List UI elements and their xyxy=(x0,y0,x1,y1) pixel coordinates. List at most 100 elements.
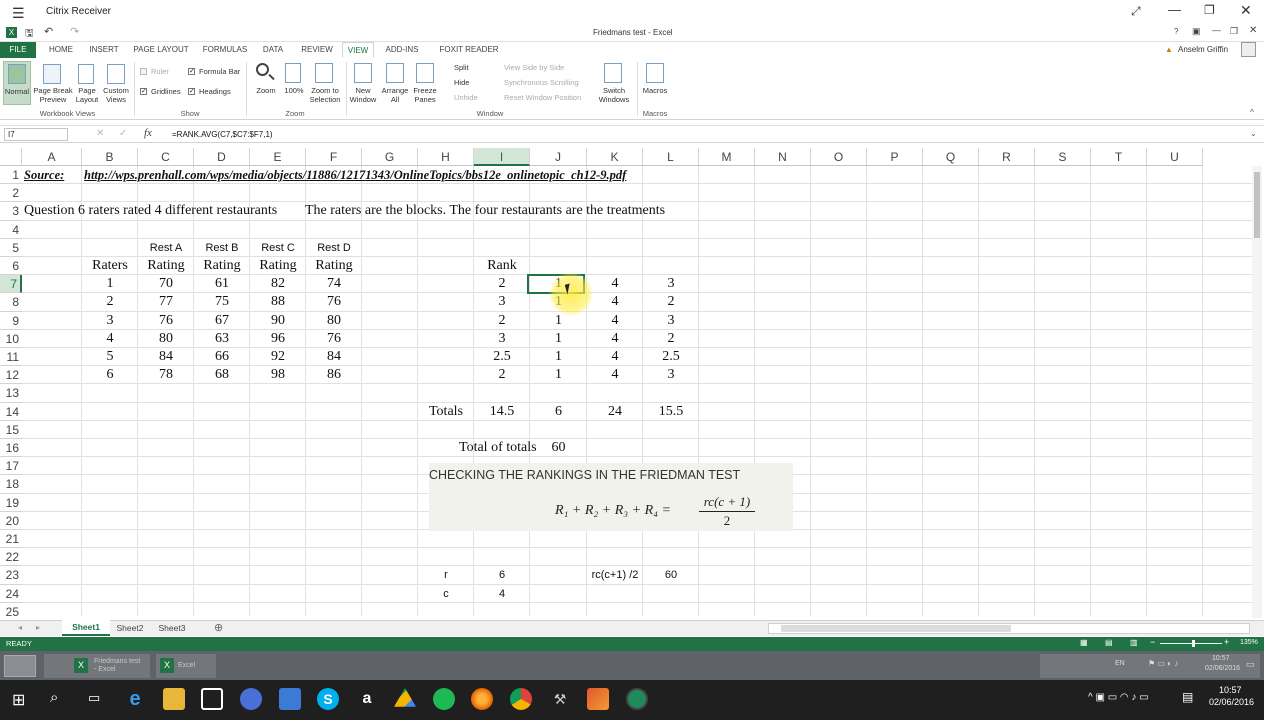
spotify-icon[interactable] xyxy=(433,688,455,710)
vertical-scrollbar[interactable] xyxy=(1252,166,1262,618)
tab-file[interactable]: FILE xyxy=(0,42,36,58)
tab-add-ins[interactable]: ADD-INS xyxy=(381,42,423,58)
vertical-scroll-thumb[interactable] xyxy=(1254,172,1260,238)
embedded-formula-image[interactable]: CHECKING THE RANKINGS IN THE FRIEDMAN TE… xyxy=(429,463,793,531)
column-header-t[interactable]: T xyxy=(1091,148,1147,166)
app-icon-tool[interactable]: ⚒ xyxy=(549,688,571,710)
arrange-label[interactable]: Arrange xyxy=(380,86,410,95)
hide-button[interactable]: Hide xyxy=(444,78,469,87)
row-header-14[interactable]: 14 xyxy=(0,402,22,421)
row-header-23[interactable]: 23 xyxy=(0,566,22,585)
zoom-to-label[interactable]: Zoom to xyxy=(306,86,344,95)
row-header-25[interactable]: 25 xyxy=(0,602,22,616)
column-header-g[interactable]: G xyxy=(362,148,418,166)
help-icon[interactable]: ? xyxy=(1174,27,1178,36)
cancel-icon[interactable]: ✕ xyxy=(96,128,104,139)
row-header-12[interactable]: 12 xyxy=(0,366,22,385)
firefox-icon[interactable] xyxy=(471,688,493,710)
row-header-18[interactable]: 18 xyxy=(0,475,22,494)
column-header-l[interactable]: L xyxy=(643,148,699,166)
ribbon-display-icon[interactable]: ▣ xyxy=(1192,26,1201,37)
custom-label[interactable]: Custom xyxy=(100,86,132,95)
edge-icon[interactable]: e xyxy=(124,688,146,710)
macros-button[interactable]: Macros xyxy=(640,86,670,95)
hamburger-menu-icon[interactable]: ☰ xyxy=(12,5,25,22)
layout-label[interactable]: Layout xyxy=(74,95,100,104)
new-sheet-icon[interactable]: ⊕ xyxy=(214,621,223,634)
page-layout-status-icon[interactable]: ▤ xyxy=(1105,638,1113,647)
column-header-i[interactable]: I xyxy=(474,148,530,166)
row-header-13[interactable]: 13 xyxy=(0,384,22,403)
column-header-o[interactable]: O xyxy=(811,148,867,166)
row-header-15[interactable]: 15 xyxy=(0,420,22,439)
split-button[interactable]: Split xyxy=(444,63,469,72)
scroll-left-sheet-icon[interactable]: ◂ xyxy=(18,623,22,632)
save-icon[interactable]: 🖫 xyxy=(25,26,34,43)
row-header-6[interactable]: 6 xyxy=(0,257,22,276)
citrix-start-icon[interactable] xyxy=(4,655,36,677)
row-header-22[interactable]: 22 xyxy=(0,548,22,567)
app-icon-blue[interactable] xyxy=(240,688,262,710)
name-box[interactable]: I7 xyxy=(4,128,68,141)
sheet-tab-sheet2[interactable]: Sheet2 xyxy=(112,621,148,635)
row-header-4[interactable]: 4 xyxy=(0,220,22,239)
reset-window-button[interactable]: Reset Window Position xyxy=(492,93,581,102)
unhide-button[interactable]: Unhide xyxy=(444,93,478,102)
amazon-icon[interactable]: a xyxy=(356,688,378,710)
column-header-b[interactable]: B xyxy=(82,148,138,166)
action-center-icon[interactable]: ▤ xyxy=(1182,690,1193,704)
column-header-r[interactable]: R xyxy=(979,148,1035,166)
citrix-receiver-icon[interactable] xyxy=(626,688,648,710)
column-header-e[interactable]: E xyxy=(250,148,306,166)
search-icon[interactable]: ⌕ xyxy=(50,689,58,706)
gridlines-checkbox[interactable]: ✓ xyxy=(140,88,147,95)
app-icon-mail[interactable] xyxy=(279,688,301,710)
column-header-n[interactable]: N xyxy=(755,148,811,166)
column-header-p[interactable]: P xyxy=(867,148,923,166)
zoom-level[interactable]: 135% xyxy=(1240,639,1258,646)
zoom-100-button[interactable]: 100% xyxy=(281,86,307,95)
spreadsheet-grid[interactable]: ABCDEFGHIJKLMNOPQRSTU 1 2 3 4 5 6 7 8 9 10 11 12 13 1… xyxy=(0,148,1252,616)
row-header-10[interactable]: 10 xyxy=(0,329,22,348)
citrix-task-excel[interactable]: X Excel xyxy=(156,654,216,678)
column-header-q[interactable]: Q xyxy=(923,148,979,166)
zoom-button[interactable]: Zoom xyxy=(252,86,280,95)
row-header-17[interactable]: 17 xyxy=(0,457,22,476)
citrix-lang[interactable]: EN xyxy=(1115,660,1125,667)
new-window-label[interactable]: Window xyxy=(348,95,378,104)
zoom-in-icon[interactable]: + xyxy=(1224,637,1229,647)
column-header-f[interactable]: F xyxy=(306,148,362,166)
row-header-21[interactable]: 21 xyxy=(0,530,22,549)
citrix-notification-icon[interactable]: ▭ xyxy=(1246,659,1255,670)
row-header-24[interactable]: 24 xyxy=(0,584,22,603)
tab-review[interactable]: REVIEW xyxy=(296,42,338,58)
column-header-a[interactable]: A xyxy=(22,148,82,166)
tab-view[interactable]: VIEW xyxy=(342,42,374,58)
column-header-k[interactable]: K xyxy=(587,148,643,166)
tab-page-layout[interactable]: PAGE LAYOUT xyxy=(130,42,192,58)
horizontal-scrollbar[interactable] xyxy=(768,623,1250,634)
formula-bar-checkbox[interactable]: ✓ xyxy=(188,68,195,75)
zoom-slider-thumb[interactable] xyxy=(1192,640,1195,647)
panes-label[interactable]: Panes xyxy=(410,95,440,104)
scroll-right-sheet-icon[interactable]: ▸ xyxy=(36,623,40,632)
task-view-icon[interactable]: ▭ xyxy=(88,690,100,706)
horizontal-scroll-thumb[interactable] xyxy=(781,625,1011,632)
chrome-icon[interactable] xyxy=(510,688,532,710)
row-header-1[interactable]: 1 xyxy=(0,166,22,185)
row-header-2[interactable]: 2 xyxy=(0,184,22,203)
excel-close-icon[interactable]: ✕ xyxy=(1249,25,1257,36)
row-header-20[interactable]: 20 xyxy=(0,511,22,530)
formula-input[interactable]: =RANK.AVG(C7,$C7:$F7,1) xyxy=(172,130,273,139)
headings-checkbox[interactable]: ✓ xyxy=(188,88,195,95)
store-icon[interactable] xyxy=(201,688,223,710)
column-header-m[interactable]: M xyxy=(699,148,755,166)
sheet-tab-sheet3[interactable]: Sheet3 xyxy=(154,621,190,635)
select-all-corner[interactable] xyxy=(0,148,22,166)
column-header-u[interactable]: U xyxy=(1147,148,1203,166)
sheet-tab-sheet1[interactable]: Sheet1 xyxy=(62,620,110,636)
column-header-s[interactable]: S xyxy=(1035,148,1091,166)
minimize-icon[interactable]: — xyxy=(1168,2,1181,17)
excel-restore-icon[interactable]: ❐ xyxy=(1230,26,1238,37)
tab-home[interactable]: HOME xyxy=(42,42,80,58)
